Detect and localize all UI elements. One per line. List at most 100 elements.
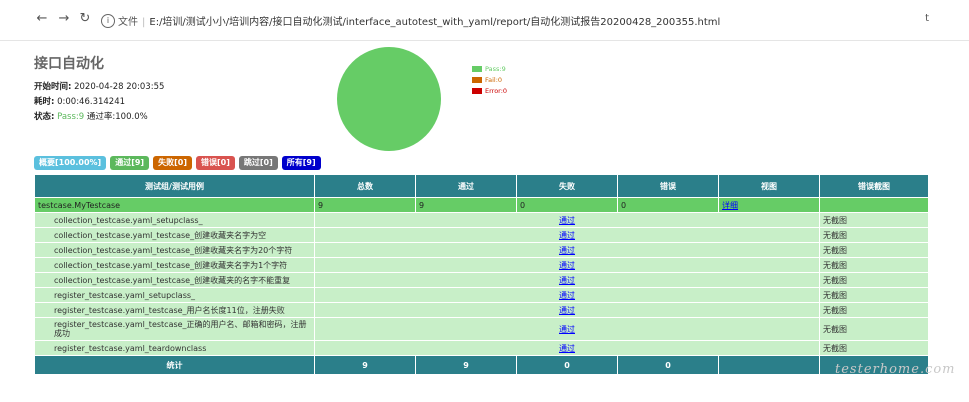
test-case-row: collection_testcase.yaml_testcase_创建收藏夹的…	[34, 272, 929, 288]
total-row: 统计 9 9 0 0	[34, 355, 929, 375]
test-case-screenshot: 无截图	[819, 242, 929, 258]
detail-link[interactable]: 详细	[722, 201, 738, 210]
legend-swatch	[472, 87, 482, 94]
url-field[interactable]: 文件 | E:/培训/测试小小/培训内容/接口自动化测试/interface_aut…	[118, 13, 720, 28]
test-case-row: register_testcase.yaml_testcase_用户名长度11位…	[34, 302, 929, 318]
class-pass: 9	[415, 197, 517, 213]
total-label: 统计	[34, 355, 315, 375]
filter-fail-button[interactable]: 失败[0]	[153, 156, 192, 170]
url-label: 文件	[118, 17, 138, 28]
start-time-value: 2020-04-28 20:03:55	[74, 82, 165, 92]
status: 状态: Pass:9 通过率:100.0%	[34, 110, 148, 122]
test-case-result-cell: 通过	[314, 242, 820, 258]
test-case-screenshot: 无截图	[819, 287, 929, 303]
test-case-result-cell: 通过	[314, 302, 820, 318]
back-arrow-icon[interactable]: ←	[34, 11, 50, 27]
test-case-result-link[interactable]: 通过	[559, 246, 575, 255]
result-table: 测试组/测试用例 总数 通过 失败 错误 视图 错误截图 testcase.My…	[34, 174, 929, 375]
total-fail: 0	[516, 355, 618, 375]
test-class-row: testcase.MyTestcase 9 9 0 0 详细	[34, 197, 929, 213]
test-case-result-link[interactable]: 通过	[559, 325, 575, 334]
filter-skip-button[interactable]: 跳过[0]	[238, 156, 278, 170]
filter-error-button[interactable]: 错误[0]	[195, 156, 235, 170]
test-case-name: register_testcase.yaml_testcase_用户名长度11位…	[34, 302, 315, 318]
test-case-result-cell: 通过	[314, 287, 820, 303]
test-case-row: register_testcase.yaml_testcase_正确的用户名、邮…	[34, 317, 929, 341]
filter-summary-button[interactable]: 概要[100.00%]	[34, 156, 107, 170]
status-rate: 通过率:100.0%	[86, 112, 148, 122]
column-header: 通过	[415, 174, 517, 198]
duration-value: 0:00:46.314241	[57, 97, 126, 107]
legend-label: Error:0	[485, 86, 508, 95]
duration-label: 耗时:	[34, 97, 55, 107]
test-case-name: collection_testcase.yaml_testcase_创建收藏夹名…	[34, 257, 315, 273]
legend-item: Error:0	[472, 85, 507, 96]
legend-item: Pass:9	[472, 63, 507, 74]
toolbar-right-text: t	[925, 13, 929, 24]
legend-label: Pass:9	[485, 64, 506, 73]
test-case-screenshot: 无截图	[819, 227, 929, 243]
watermark: testerhome.com	[835, 362, 956, 377]
test-case-result-link[interactable]: 通过	[559, 216, 575, 225]
test-case-row: collection_testcase.yaml_testcase_创建收藏夹名…	[34, 257, 929, 273]
test-case-result-link[interactable]: 通过	[559, 231, 575, 240]
test-case-result-cell: 通过	[314, 340, 820, 356]
test-case-screenshot: 无截图	[819, 302, 929, 318]
forward-arrow-icon[interactable]: →	[56, 11, 72, 27]
column-header: 错误截图	[819, 174, 929, 198]
test-case-name: register_testcase.yaml_testcase_正确的用户名、邮…	[34, 317, 315, 341]
duration: 耗时: 0:00:46.314241	[34, 95, 125, 107]
test-case-name: register_testcase.yaml_teardownclass	[34, 340, 315, 356]
browser-address-bar: ← → ↻ i 文件 | E:/培训/测试小小/培训内容/接口自动化测试/inter…	[0, 0, 969, 41]
test-case-row: register_testcase.yaml_setupclass_ 通过 无截图	[34, 287, 929, 303]
start-time: 开始时间: 2020-04-28 20:03:55	[34, 80, 164, 92]
test-case-row: collection_testcase.yaml_testcase_创建收藏夹名…	[34, 227, 929, 243]
info-icon[interactable]: i	[101, 14, 115, 28]
column-header: 失败	[516, 174, 618, 198]
column-header: 视图	[718, 174, 820, 198]
test-case-result-link[interactable]: 通过	[559, 306, 575, 315]
test-case-screenshot: 无截图	[819, 272, 929, 288]
column-header: 总数	[314, 174, 416, 198]
url-separator: |	[142, 17, 146, 28]
test-case-screenshot: 无截图	[819, 340, 929, 356]
filter-all-button[interactable]: 所有[9]	[281, 156, 321, 170]
test-case-result-link[interactable]: 通过	[559, 344, 575, 353]
test-case-name: collection_testcase.yaml_testcase_创建收藏夹的…	[34, 272, 315, 288]
total-error: 0	[617, 355, 719, 375]
test-case-row: register_testcase.yaml_teardownclass 通过 无截…	[34, 340, 929, 356]
column-header: 错误	[617, 174, 719, 198]
test-case-result-cell: 通过	[314, 212, 820, 228]
start-time-label: 开始时间:	[34, 82, 72, 92]
test-case-result-link[interactable]: 通过	[559, 291, 575, 300]
url-value: E:/培训/测试小小/培训内容/接口自动化测试/interface_autote…	[149, 17, 721, 28]
report-title: 接口自动化	[34, 56, 104, 72]
test-case-screenshot: 无截图	[819, 212, 929, 228]
class-total: 9	[314, 197, 416, 213]
total-view	[718, 355, 820, 375]
legend-swatch	[472, 76, 482, 83]
result-pie-chart	[337, 47, 441, 151]
pie-legend: Pass:9 Fail:0 Error:0	[472, 63, 507, 96]
test-case-row: collection_testcase.yaml_setupclass_ 通过 无截…	[34, 212, 929, 228]
test-case-result-link[interactable]: 通过	[559, 276, 575, 285]
test-case-result-link[interactable]: 通过	[559, 261, 575, 270]
status-pass: Pass:9	[57, 112, 85, 122]
class-error: 0	[617, 197, 719, 213]
filter-pass-button[interactable]: 通过[9]	[110, 156, 150, 170]
reload-icon[interactable]: ↻	[77, 11, 93, 27]
test-case-screenshot: 无截图	[819, 317, 929, 341]
legend-item: Fail:0	[472, 74, 507, 85]
test-case-result-cell: 通过	[314, 257, 820, 273]
test-case-row: collection_testcase.yaml_testcase_创建收藏夹名…	[34, 242, 929, 258]
column-header: 测试组/测试用例	[34, 174, 315, 198]
test-case-result-cell: 通过	[314, 317, 820, 341]
status-label: 状态:	[34, 112, 55, 122]
total-pass: 9	[415, 355, 517, 375]
test-case-name: collection_testcase.yaml_testcase_创建收藏夹名…	[34, 242, 315, 258]
legend-label: Fail:0	[485, 75, 503, 84]
table-header: 测试组/测试用例 总数 通过 失败 错误 视图 错误截图	[34, 174, 929, 198]
total-count: 9	[314, 355, 416, 375]
class-name: testcase.MyTestcase	[34, 197, 315, 213]
test-case-name: register_testcase.yaml_setupclass_	[34, 287, 315, 303]
